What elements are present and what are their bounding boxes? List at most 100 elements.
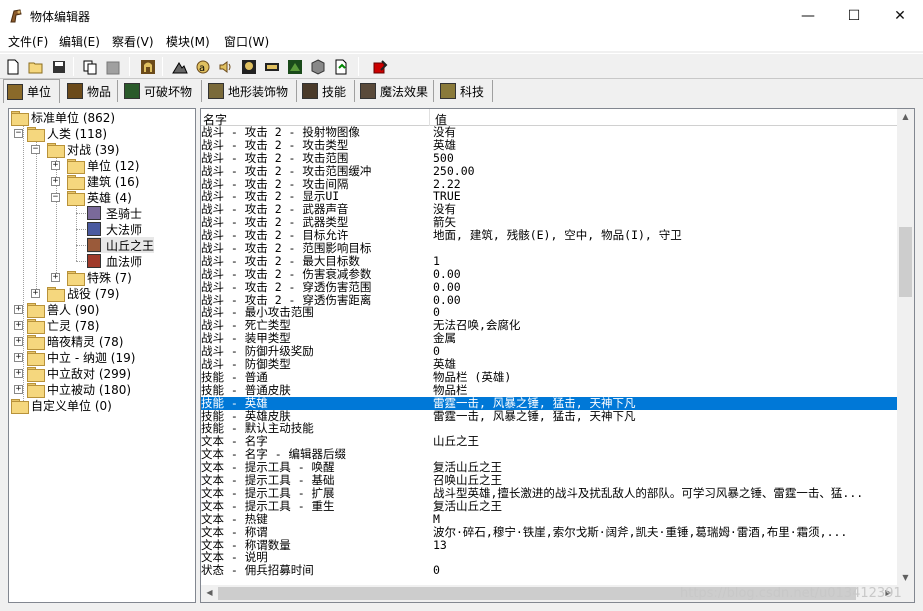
cell-value[interactable]: 500	[433, 152, 893, 165]
tree-node-naga[interactable]: 中立 - 纳迦 (19)	[27, 349, 135, 366]
cell-value[interactable]: 0	[433, 564, 893, 577]
cell-value[interactable]: 战斗型英雄,擅长激进的战斗及扰乱敌人的部队。可学习风暴之锤、雷霆一击、猛...	[433, 487, 893, 500]
scroll-down-icon[interactable]: ▼	[897, 573, 914, 582]
table-row[interactable]: 战斗 - 攻击 2 - 攻击范围 500	[201, 152, 897, 165]
expand-icon[interactable]: +	[14, 321, 23, 330]
cell-value[interactable]: 无法召唤,会腐化	[433, 319, 893, 332]
expand-icon[interactable]: +	[14, 353, 23, 362]
table-row[interactable]: 战斗 - 攻击 2 - 目标允许 地面, 建筑, 残骸(E), 空中, 物品(I)…	[201, 229, 897, 242]
table-row[interactable]: 状态 - 佣兵招募时间 0	[201, 564, 897, 577]
tree-node-buildings[interactable]: 建筑 (16)	[67, 173, 139, 190]
new-button[interactable]	[3, 56, 23, 77]
collapse-icon[interactable]: −	[51, 193, 60, 202]
object-button[interactable]	[239, 56, 259, 77]
cell-value[interactable]: 复活山丘之王	[433, 461, 893, 474]
table-row[interactable]: 文本 - 提示工具 - 唤醒 复活山丘之王	[201, 461, 897, 474]
cell-value[interactable]: M	[433, 513, 893, 526]
sound-button[interactable]	[216, 56, 236, 77]
tree-node-night-elf[interactable]: 暗夜精灵 (78)	[27, 333, 123, 350]
scroll-up-icon[interactable]: ▲	[897, 112, 914, 121]
tree-node-custom-units[interactable]: 自定义单位 (0)	[11, 397, 112, 414]
unit-tree[interactable]: 标准单位 (862) − 人类 (118) − 对战 (39) + 单位 (12…	[8, 108, 196, 603]
cell-value[interactable]: TRUE	[433, 190, 893, 203]
text-button[interactable]: a	[193, 56, 213, 77]
tree-node-mountain-king[interactable]: 山丘之王	[87, 237, 155, 253]
tab-destructibles[interactable]: 可破坏物	[121, 80, 202, 102]
table-row[interactable]: 战斗 - 攻击 2 - 显示UI TRUE	[201, 190, 897, 203]
tree-node-standard-units[interactable]: 标准单位 (862)	[11, 109, 115, 126]
tab-buffs[interactable]: 魔法效果	[357, 80, 434, 102]
expand-icon[interactable]: +	[51, 177, 60, 186]
minimize-button[interactable]: —	[785, 0, 831, 31]
cell-value[interactable]: 0	[433, 345, 893, 358]
terrain-button[interactable]	[170, 56, 190, 77]
cell-value[interactable]: 没有	[433, 126, 893, 139]
column-divider[interactable]	[429, 109, 430, 126]
cell-value[interactable]: 波尔·碎石,穆宁·铁崖,索尔戈斯·阔斧,凯夫·重锤,葛瑞姆·雷酒,布里·霜须,.…	[433, 526, 893, 539]
table-row[interactable]: 技能 - 默认主动技能	[201, 422, 897, 435]
tree-node-undead[interactable]: 亡灵 (78)	[27, 317, 99, 334]
table-row[interactable]: 战斗 - 攻击 2 - 伤害衰减参数 0.00	[201, 268, 897, 281]
tree-node-archmage[interactable]: 大法师	[87, 221, 142, 237]
table-row[interactable]: 战斗 - 攻击 2 - 攻击范围缓冲 250.00	[201, 165, 897, 178]
cell-value[interactable]: 250.00	[433, 165, 893, 178]
collapse-icon[interactable]: −	[31, 145, 40, 154]
tree-node-neutral-passive[interactable]: 中立被动 (180)	[27, 381, 131, 398]
table-row[interactable]: 战斗 - 攻击 2 - 投射物图像 没有	[201, 126, 897, 139]
cell-value[interactable]: 英雄	[433, 358, 893, 371]
tree-node-campaign[interactable]: 战役 (79)	[47, 285, 119, 302]
table-row[interactable]: 战斗 - 攻击 2 - 攻击间隔 2.22	[201, 178, 897, 191]
import-button[interactable]	[262, 56, 282, 77]
collapse-icon[interactable]: −	[14, 129, 23, 138]
copy-button[interactable]	[80, 56, 100, 77]
cell-value[interactable]: 箭矢	[433, 216, 893, 229]
table-row[interactable]: 技能 - 普通 物品栏 (英雄)	[201, 371, 897, 384]
cell-value[interactable]: 英雄	[433, 139, 893, 152]
open-button[interactable]	[26, 56, 46, 77]
tab-abilities[interactable]: 技能	[299, 80, 355, 102]
menu-window[interactable]: 窗口(W)	[224, 33, 269, 50]
tree-node-human[interactable]: 人类 (118)	[27, 125, 107, 142]
table-row[interactable]: 战斗 - 攻击 2 - 穿透伤害范围 0.00	[201, 281, 897, 294]
table-row[interactable]: 战斗 - 攻击 2 - 武器类型 箭矢	[201, 216, 897, 229]
expand-icon[interactable]: +	[31, 289, 40, 298]
table-row[interactable]: 战斗 - 防御升级奖励 0	[201, 345, 897, 358]
test-map-button[interactable]	[370, 56, 390, 77]
export-button[interactable]	[331, 56, 351, 77]
expand-icon[interactable]: +	[14, 369, 23, 378]
expand-icon[interactable]: +	[14, 305, 23, 314]
trigger-button[interactable]	[285, 56, 305, 77]
table-row[interactable]: 战斗 - 攻击 2 - 穿透伤害距离 0.00	[201, 294, 897, 307]
vertical-scrollbar[interactable]: ▲ ▼	[897, 109, 914, 585]
table-row[interactable]: 战斗 - 防御类型 英雄	[201, 358, 897, 371]
table-row[interactable]: 文本 - 提示工具 - 基础 召唤山丘之王	[201, 474, 897, 487]
cell-value[interactable]: 地面, 建筑, 残骸(E), 空中, 物品(I), 守卫	[433, 229, 893, 242]
table-row[interactable]: 文本 - 名字 山丘之王	[201, 435, 897, 448]
table-row[interactable]: 文本 - 名字 - 编辑器后缀	[201, 448, 897, 461]
table-row[interactable]: 战斗 - 攻击 2 - 最大目标数 1	[201, 255, 897, 268]
cell-value[interactable]: 雷霆一击, 风暴之锤, 猛击, 天神下凡	[433, 397, 893, 410]
cell-value[interactable]: 金属	[433, 332, 893, 345]
maximize-button[interactable]: ☐	[831, 0, 877, 31]
cell-value[interactable]: 物品栏 (英雄)	[433, 371, 893, 384]
table-row[interactable]: 技能 - 英雄 雷霆一击, 风暴之锤, 猛击, 天神下凡	[201, 396, 897, 410]
cell-value[interactable]: 13	[433, 539, 893, 552]
cell-value[interactable]: 2.22	[433, 178, 893, 191]
table-row[interactable]: 文本 - 称谓 波尔·碎石,穆宁·铁崖,索尔戈斯·阔斧,凯夫·重锤,葛瑞姆·雷酒,…	[201, 526, 897, 539]
tree-node-heroes[interactable]: 英雄 (4)	[67, 189, 132, 206]
model-button[interactable]	[308, 56, 328, 77]
tree-node-units[interactable]: 单位 (12)	[67, 157, 139, 174]
cell-value[interactable]: 0.00	[433, 268, 893, 281]
expand-icon[interactable]: +	[14, 385, 23, 394]
close-button[interactable]: ✕	[877, 0, 923, 31]
table-row[interactable]: 技能 - 普通皮肤 物品栏	[201, 384, 897, 397]
table-row[interactable]: 战斗 - 攻击 2 - 范围影响目标	[201, 242, 897, 255]
table-row[interactable]: 文本 - 提示工具 - 重生 复活山丘之王	[201, 500, 897, 513]
tab-units[interactable]: 单位	[3, 79, 60, 103]
table-row[interactable]: 战斗 - 装甲类型 金属	[201, 332, 897, 345]
cell-value[interactable]: 0	[433, 306, 893, 319]
expand-icon[interactable]: +	[51, 273, 60, 282]
cell-value[interactable]: 1	[433, 255, 893, 268]
menu-module[interactable]: 模块(M)	[166, 33, 210, 50]
cell-value[interactable]: 0.00	[433, 294, 893, 307]
